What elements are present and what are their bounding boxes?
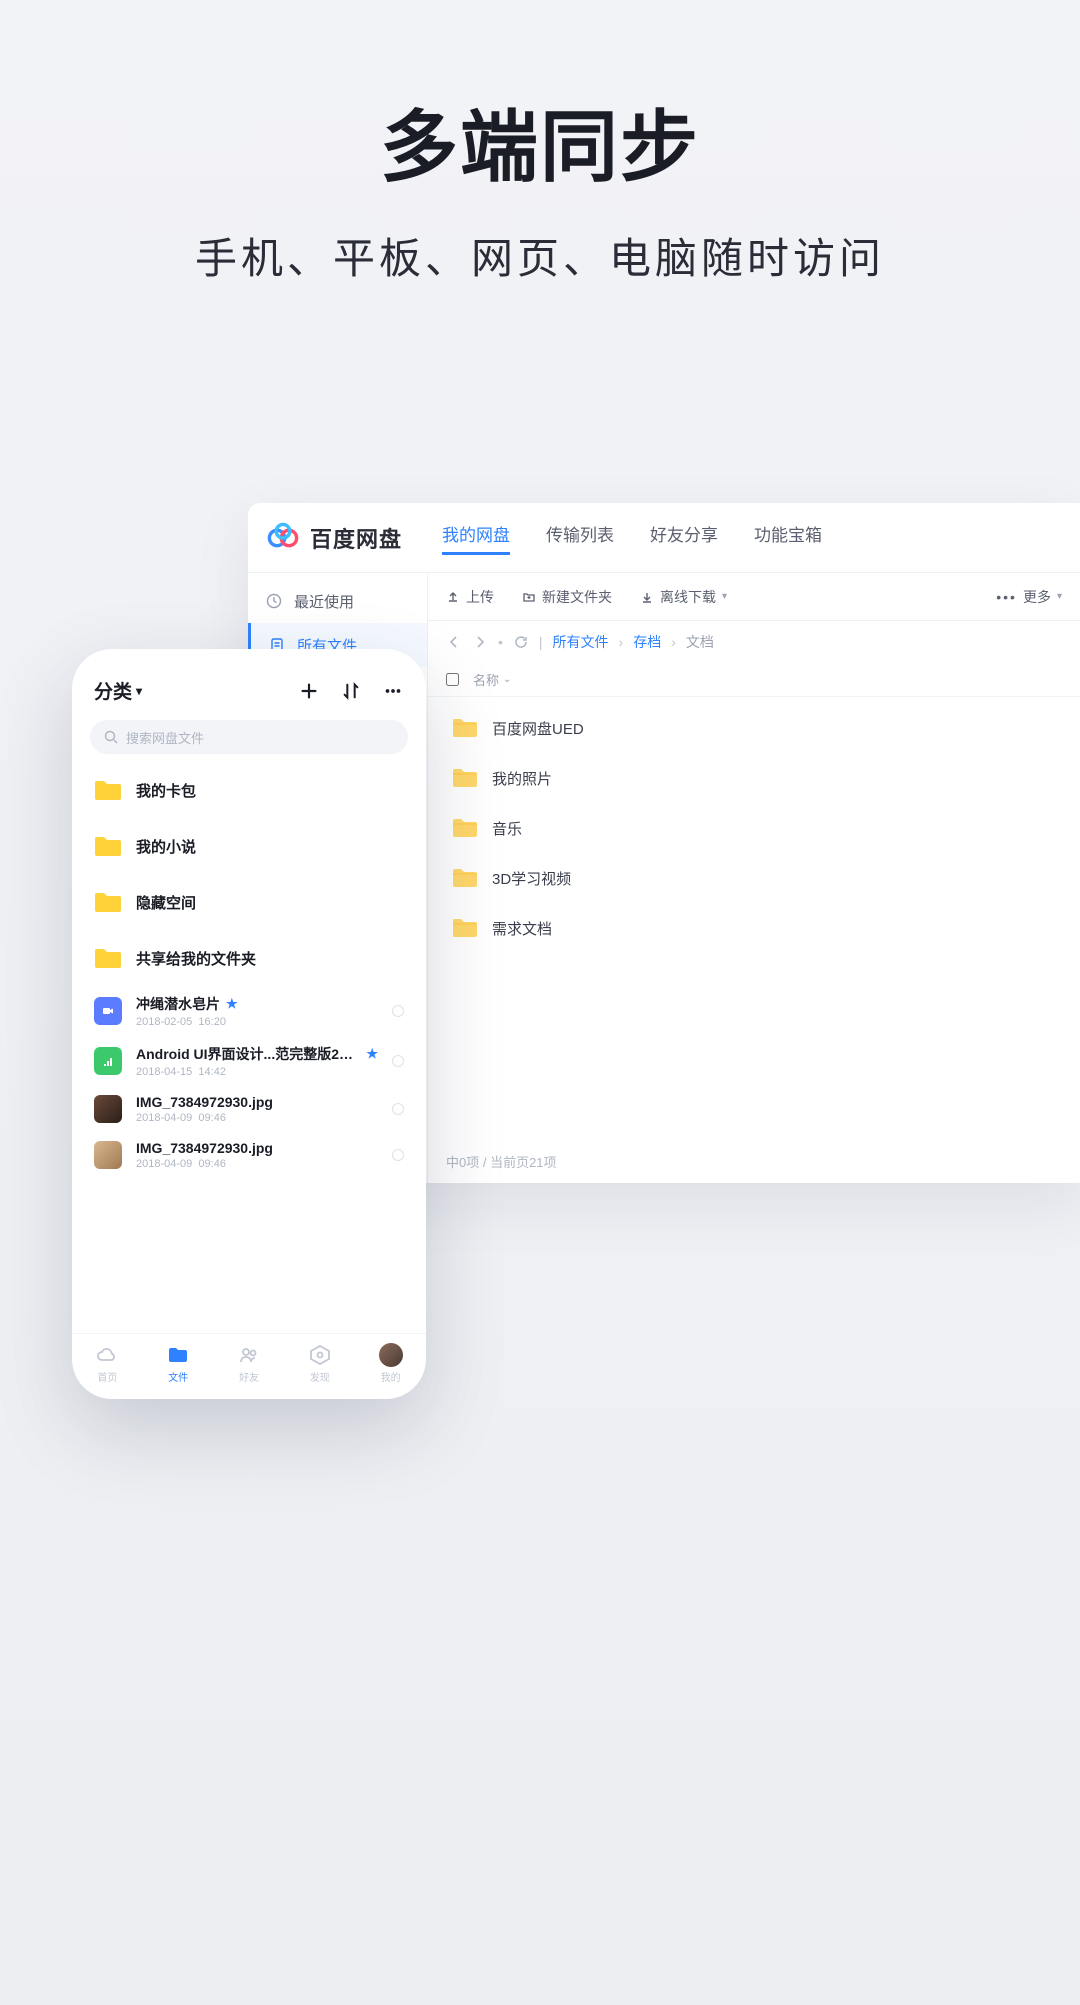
folder-row[interactable]: 3D学习视频 — [428, 853, 1080, 903]
select-radio[interactable] — [392, 1005, 404, 1017]
new-folder-icon — [522, 590, 536, 604]
sidebar-item-recent[interactable]: 最近使用 — [248, 579, 427, 623]
folder-icon — [452, 867, 478, 889]
cloud-icon — [95, 1343, 119, 1367]
app-logo: 百度网盘 — [266, 521, 402, 555]
file-row[interactable]: 冲绳潜水皂片★ 2018-02-05 16:20 — [72, 986, 426, 1036]
tab-profile[interactable]: 我的 — [379, 1343, 403, 1384]
tab-discover[interactable]: 发现 — [308, 1343, 332, 1384]
tab-toolbox[interactable]: 功能宝箱 — [754, 521, 822, 555]
file-row[interactable]: IMG_7384972930.jpg 2018-04-09 09:46 — [72, 1132, 426, 1178]
folder-row[interactable]: 我的小说 — [72, 818, 426, 874]
select-radio[interactable] — [392, 1055, 404, 1067]
folder-icon — [94, 834, 122, 858]
select-radio[interactable] — [392, 1149, 404, 1161]
star-icon: ★ — [366, 1046, 378, 1062]
breadcrumb: • | 所有文件 › 存档 › 文档 — [428, 621, 1080, 663]
crumb-root[interactable]: 所有文件 — [553, 632, 609, 652]
friends-icon — [237, 1343, 261, 1367]
list-header: 名称 ⌄ — [428, 663, 1080, 697]
crumb-current: 文档 — [686, 632, 714, 652]
transfer-button[interactable] — [340, 680, 362, 702]
desktop-main: 上传 新建文件夹 离线下载 ▾ ••• 更多 ▾ — [428, 573, 1080, 1183]
sort-caret-icon[interactable]: ⌄ — [503, 674, 511, 685]
folder-row[interactable]: 我的卡包 — [72, 762, 426, 818]
app-logo-text: 百度网盘 — [310, 522, 402, 554]
select-all-checkbox[interactable] — [446, 673, 459, 686]
offline-download-button[interactable]: 离线下载 ▾ — [640, 587, 727, 607]
phone-header: 分类 ▾ — [72, 649, 426, 716]
caret-down-icon: ▾ — [136, 684, 142, 698]
more-button[interactable] — [382, 680, 404, 702]
image-thumbnail — [94, 1095, 122, 1123]
folder-row[interactable]: 需求文档 — [428, 903, 1080, 953]
desktop-footer-status: 中0项 / 当前页21项 — [428, 1152, 1080, 1171]
desktop-toolbar: 上传 新建文件夹 离线下载 ▾ ••• 更多 ▾ — [428, 573, 1080, 621]
folder-icon — [166, 1343, 190, 1367]
tab-files[interactable]: 文件 — [166, 1343, 190, 1384]
chevron-down-icon: ▾ — [1057, 591, 1062, 602]
avatar-icon — [379, 1343, 403, 1367]
phone-tabbar: 首页 文件 好友 发现 我的 — [72, 1333, 426, 1399]
search-input[interactable]: 搜索网盘文件 — [90, 720, 408, 754]
desktop-file-list: 百度网盘UED 我的照片 音乐 3D学习视频 需求文档 — [428, 697, 1080, 959]
tab-share[interactable]: 好友分享 — [650, 521, 718, 555]
upload-button[interactable]: 上传 — [446, 587, 494, 607]
ellipsis-icon: ••• — [996, 589, 1017, 605]
tab-transfer[interactable]: 传输列表 — [546, 521, 614, 555]
image-thumbnail — [94, 1141, 122, 1169]
desktop-header: 百度网盘 我的网盘 传输列表 好友分享 功能宝箱 — [248, 503, 1080, 573]
folder-icon — [94, 890, 122, 914]
search-icon — [104, 730, 118, 744]
video-file-icon — [94, 997, 122, 1025]
file-row[interactable]: IMG_7384972930.jpg 2018-04-09 09:46 — [72, 1086, 426, 1132]
add-button[interactable] — [298, 680, 320, 702]
folder-icon — [452, 817, 478, 839]
folder-row[interactable]: 共享给我的文件夹 — [72, 930, 426, 986]
nav-back-icon[interactable] — [446, 634, 462, 650]
folder-icon — [452, 917, 478, 939]
download-icon — [640, 590, 654, 604]
folder-icon — [94, 946, 122, 970]
tab-home[interactable]: 首页 — [95, 1343, 119, 1384]
tab-friends[interactable]: 好友 — [237, 1343, 261, 1384]
discover-icon — [308, 1343, 332, 1367]
clock-icon — [266, 593, 282, 609]
category-dropdown[interactable]: 分类 ▾ — [94, 677, 142, 704]
folder-icon — [94, 778, 122, 802]
promo-title: 多端同步 — [0, 85, 1080, 197]
folder-row[interactable]: 隐藏空间 — [72, 874, 426, 930]
baidu-netdisk-logo-icon — [266, 521, 300, 555]
folder-icon — [452, 767, 478, 789]
sidebar-item-label: 最近使用 — [294, 591, 354, 612]
new-folder-button[interactable]: 新建文件夹 — [522, 587, 612, 607]
nav-forward-icon[interactable] — [472, 634, 488, 650]
crumb-mid[interactable]: 存档 — [633, 632, 661, 652]
folder-row[interactable]: 音乐 — [428, 803, 1080, 853]
select-radio[interactable] — [392, 1103, 404, 1115]
refresh-icon[interactable] — [513, 634, 529, 650]
phone-file-list: 我的卡包 我的小说 隐藏空间 共享给我的文件夹 冲绳潜水皂片★ 2018-02-… — [72, 762, 426, 1333]
spreadsheet-file-icon — [94, 1047, 122, 1075]
star-icon: ★ — [226, 996, 238, 1012]
phone-frame: 分类 ▾ 搜索网盘文件 我的卡包 我的小说 隐藏空间 共享给我的文件夹 — [72, 649, 426, 1399]
tab-my-disk[interactable]: 我的网盘 — [442, 521, 510, 555]
phone-actions — [298, 680, 404, 702]
folder-row[interactable]: 百度网盘UED — [428, 703, 1080, 753]
folder-icon — [452, 717, 478, 739]
upload-icon — [446, 590, 460, 604]
folder-row[interactable]: 我的照片 — [428, 753, 1080, 803]
file-row[interactable]: Android UI界面设计...范完整版25学★ 2018-04-15 14:… — [72, 1036, 426, 1086]
promo-subtitle: 手机、平板、网页、电脑随时访问 — [0, 225, 1080, 286]
chevron-down-icon: ▾ — [722, 591, 727, 602]
more-button[interactable]: ••• 更多 ▾ — [996, 587, 1062, 607]
desktop-nav-tabs: 我的网盘 传输列表 好友分享 功能宝箱 — [442, 521, 822, 555]
